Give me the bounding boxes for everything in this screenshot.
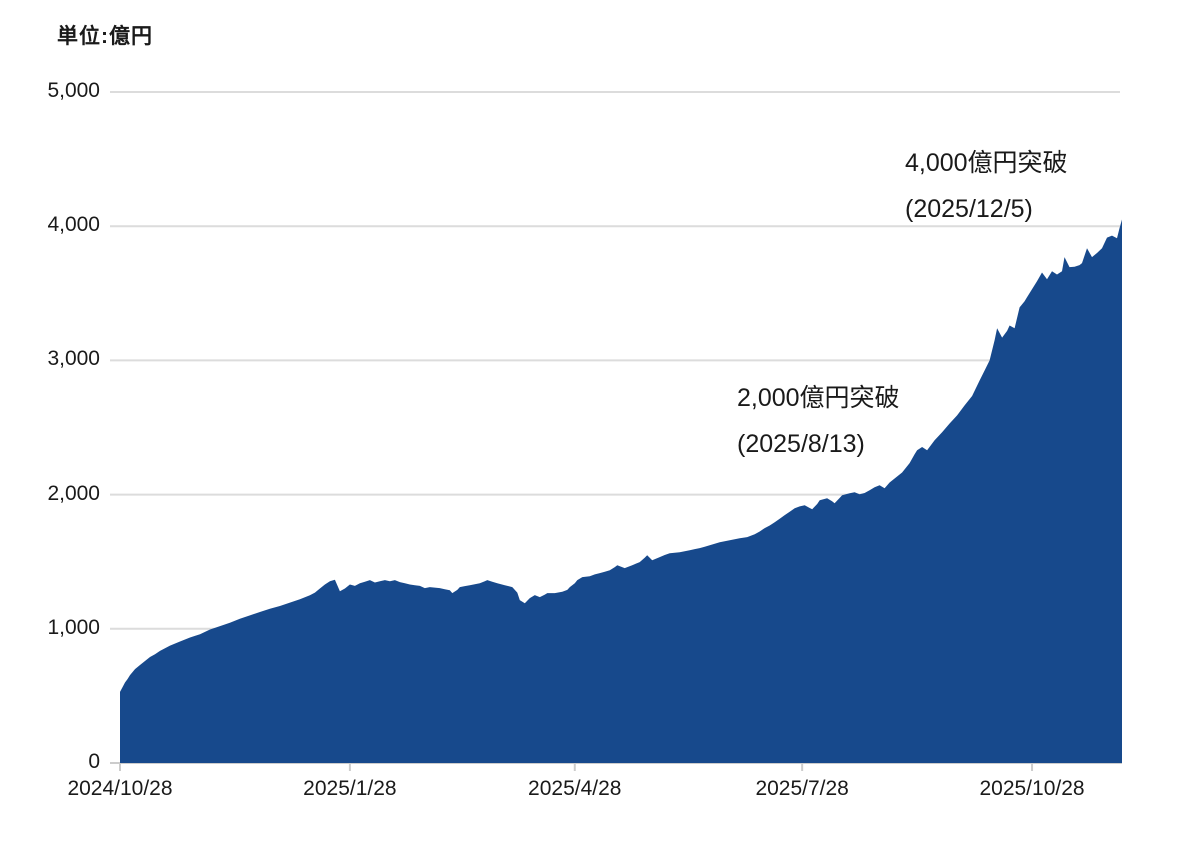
- chart-canvas: 単位:億円 0 1,000 2,000 3,000 4,000 5,000 2024/10…: [0, 0, 1200, 852]
- y-axis-label: 4,000: [47, 213, 100, 237]
- annotation-2000-line1: 2,000億円突破: [737, 384, 900, 412]
- area-series: [120, 219, 1122, 763]
- annotation-4000: 4,000億円突破 (2025/12/5): [905, 140, 1068, 232]
- annotation-4000-line1: 4,000億円突破: [905, 149, 1068, 177]
- y-axis-label: 3,000: [47, 347, 100, 371]
- annotation-2000-line2: (2025/8/13): [737, 430, 865, 458]
- y-axis-label: 0: [88, 750, 100, 773]
- unit-label: 単位:億円: [57, 25, 153, 48]
- x-axis-label: 2025/7/28: [755, 777, 849, 800]
- x-axis-label: 2024/10/28: [67, 777, 173, 800]
- y-axis-label: 1,000: [47, 615, 100, 639]
- x-axis-label: 2025/10/28: [979, 777, 1085, 800]
- annotation-2000: 2,000億円突破 (2025/8/13): [737, 375, 900, 467]
- x-axis-label: 2025/4/28: [528, 777, 622, 800]
- y-axis-label: 2,000: [47, 481, 100, 505]
- x-axis-label: 2025/1/28: [303, 777, 397, 800]
- area-chart-plot: [110, 91, 1122, 771]
- y-axis-label: 5,000: [47, 79, 100, 102]
- annotation-4000-line2: (2025/12/5): [905, 195, 1033, 223]
